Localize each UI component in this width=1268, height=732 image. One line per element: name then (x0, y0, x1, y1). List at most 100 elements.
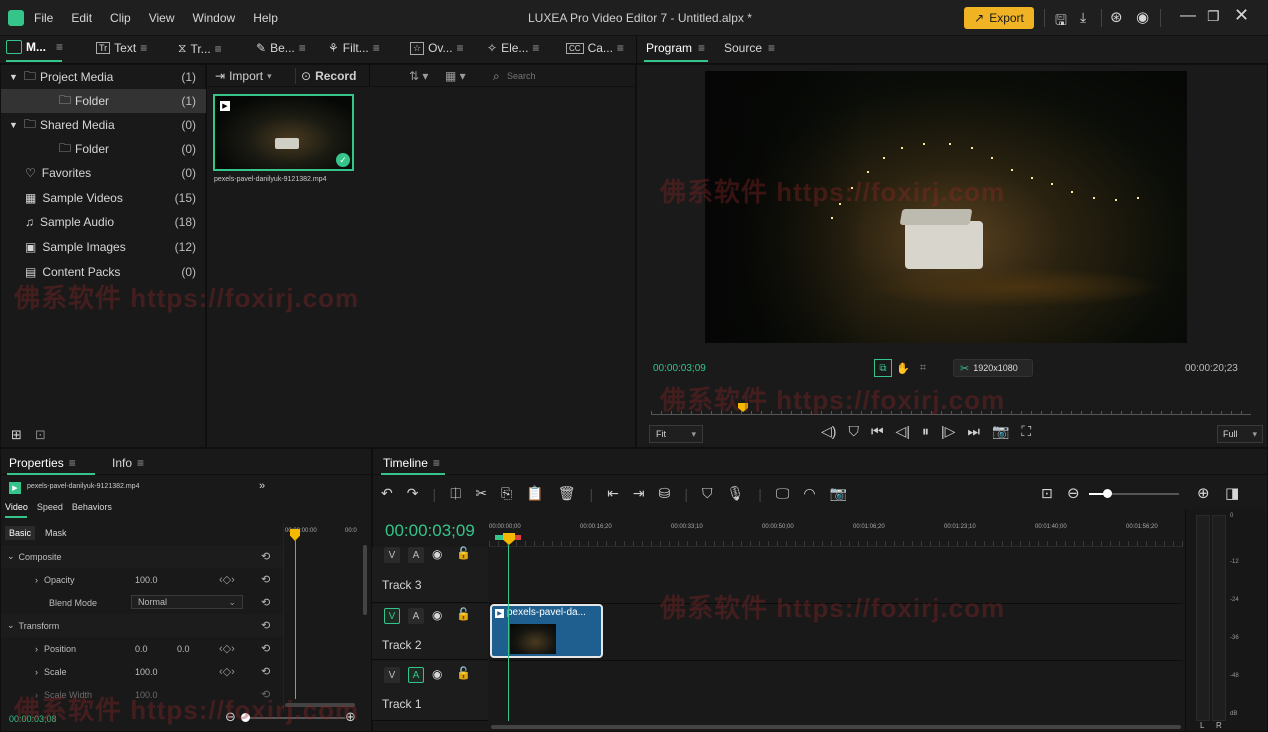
keyframe-diamond-icon[interactable]: ‹◇› (219, 665, 235, 678)
scale-width-value[interactable]: 100.0 (135, 690, 158, 700)
expand-icon[interactable]: » (259, 480, 265, 492)
export-button[interactable]: ↗ Export (964, 7, 1034, 29)
audio-toggle[interactable]: A (408, 547, 424, 563)
speed-icon[interactable]: ◠ (803, 485, 815, 502)
go-end-icon[interactable]: ⏭ (967, 423, 980, 440)
tab-source[interactable]: Source ≡ (724, 41, 775, 55)
tree-sample-videos[interactable]: ▦ Sample Videos (15) (1, 186, 206, 210)
mask-tab[interactable]: Mask (45, 528, 67, 538)
volume-icon[interactable]: ◁) (821, 423, 836, 440)
fit-timeline-icon[interactable]: ⊡ (1041, 485, 1053, 502)
eye-icon[interactable]: ◉ (432, 608, 442, 622)
redo-icon[interactable]: ↷ (407, 485, 419, 502)
timeline-zoom-in-icon[interactable]: ⊕ (1197, 484, 1210, 502)
subtab-speed[interactable]: Speed (37, 502, 63, 512)
resolution-button[interactable]: ✂ 1920x1080 (953, 359, 1033, 377)
keyframe-diamond-icon[interactable]: ‹◇› (219, 573, 235, 586)
reset-icon[interactable]: ⟲ (261, 550, 270, 563)
save-icon[interactable]: 🖫 (1055, 10, 1067, 34)
tree-content-packs[interactable]: ▤ Content Packs (0) (1, 260, 206, 284)
menu-view[interactable]: View (149, 11, 175, 25)
zoom-out-icon[interactable]: ⊖ (225, 709, 236, 725)
step-back-icon[interactable]: ◁| (896, 423, 910, 440)
reset-icon[interactable]: ⟲ (261, 619, 270, 632)
step-forward-icon[interactable]: |▷ (941, 423, 955, 440)
cut-icon[interactable]: ✂ (475, 485, 487, 502)
shield-icon[interactable]: ⛉ (848, 423, 859, 440)
media-search-input[interactable] (507, 68, 627, 84)
panel-toggle-icon[interactable]: ◨ (1225, 484, 1239, 502)
record-button[interactable]: ⊙ Record (301, 69, 356, 83)
paste-icon[interactable]: 📋 (526, 485, 543, 502)
prop-zoom-handle[interactable] (241, 713, 250, 722)
reset-icon[interactable]: ⟲ (261, 642, 270, 655)
audio-toggle[interactable]: A (408, 608, 424, 624)
menu-window[interactable]: Window (193, 11, 236, 25)
prop-vertical-scrollbar[interactable] (363, 545, 367, 615)
tab-behaviors[interactable]: ✎ Be... ≡ (256, 41, 306, 55)
download-icon[interactable]: ⤓ (1080, 9, 1086, 26)
basic-tab[interactable]: Basic (5, 526, 36, 540)
crop-icon[interactable]: ⌗ (920, 362, 926, 375)
snapshot-icon[interactable]: 📷 (830, 485, 847, 502)
prop-zoom-slider[interactable] (241, 717, 345, 719)
tab-program[interactable]: Program ≡ (646, 41, 705, 55)
composite-group[interactable]: ⌄ Composite ⟲ (1, 545, 283, 568)
menu-file[interactable]: File (34, 11, 53, 25)
subtab-video[interactable]: Video (5, 502, 28, 512)
eye-icon[interactable]: ◉ (432, 667, 442, 681)
lock-icon[interactable]: 🔓 (456, 546, 471, 560)
eye-icon[interactable]: ◉ (432, 547, 442, 561)
tree-favorites[interactable]: ♡ Favorites (0) (1, 161, 206, 185)
tab-timeline[interactable]: Timeline ≡ (383, 456, 440, 470)
reset-icon[interactable]: ⟲ (261, 665, 270, 678)
tree-project-media[interactable]: ▼ 🗀 Project Media (1) (1, 65, 206, 89)
timeline-clip[interactable]: ▶ pexels-pavel-da... (490, 604, 603, 658)
lock-icon[interactable]: 🔓 (456, 666, 471, 680)
new-bin-icon[interactable]: ⊡ (35, 427, 46, 443)
close-icon[interactable]: ✕ (1234, 5, 1249, 26)
fullscreen-icon[interactable]: ⛶ (1021, 423, 1031, 440)
hand-icon[interactable]: ✋ (896, 362, 910, 375)
audio-toggle[interactable]: A (408, 667, 424, 683)
tree-sample-images[interactable]: ▣ Sample Images (12) (1, 235, 206, 259)
camera-icon[interactable]: 📷 (992, 423, 1009, 440)
minimize-icon[interactable]: — (1180, 7, 1196, 25)
reset-icon[interactable]: ⟲ (261, 688, 270, 701)
tree-project-folder[interactable]: 🗀 Folder (1) (1, 89, 206, 113)
trim-start-icon[interactable]: ⇤ (607, 485, 619, 502)
tab-filters[interactable]: ⚘ Filt... ≡ (328, 41, 380, 55)
blend-mode-select[interactable]: Normal ⌄ (131, 595, 243, 609)
quality-select[interactable]: Full ▾ (1217, 425, 1263, 443)
add-folder-icon[interactable]: ⊞ (11, 427, 22, 443)
timeline-horizontal-scrollbar[interactable] (491, 725, 1181, 729)
split-icon[interactable]: ⎅ (450, 485, 461, 502)
tab-media[interactable]: M... ≡ (6, 40, 63, 54)
timeline-zoom-out-icon[interactable]: ⊖ (1067, 484, 1080, 502)
fit-select[interactable]: Fit ▾ (649, 425, 703, 443)
tab-elements[interactable]: ✧ Ele... ≡ (487, 41, 539, 55)
tab-properties[interactable]: Properties ≡ (9, 456, 76, 470)
audio-sync-icon[interactable]: ⛁ (659, 485, 671, 502)
video-toggle[interactable]: V (384, 608, 400, 624)
transform-group[interactable]: ⌄ Transform ⟲ (1, 614, 283, 637)
lock-icon[interactable]: 🔓 (456, 607, 471, 621)
position-x[interactable]: 0.0 (135, 644, 148, 654)
undo-icon[interactable]: ↶ (381, 485, 393, 502)
eye-settings-icon[interactable]: ◉ (1136, 8, 1149, 26)
import-button[interactable]: ⇥ Import ▾ (215, 69, 272, 83)
opacity-value[interactable]: 100.0 (135, 575, 158, 585)
maximize-icon[interactable]: ❐ (1207, 8, 1220, 25)
tab-captions[interactable]: CC Ca... ≡ (566, 41, 624, 55)
trim-end-icon[interactable]: ⇥ (633, 485, 645, 502)
video-toggle[interactable]: V (384, 547, 400, 563)
delete-icon[interactable]: 🗑 (558, 485, 576, 502)
screen-icon[interactable]: 🖵 (776, 485, 790, 502)
subtab-behaviors[interactable]: Behaviors (72, 502, 112, 512)
tab-overlays[interactable]: ☆ Ov... ≡ (410, 41, 464, 55)
pause-icon[interactable]: ⏸ (922, 423, 929, 440)
menu-help[interactable]: Help (253, 11, 278, 25)
tab-info[interactable]: Info ≡ (112, 456, 144, 470)
account-icon[interactable]: ⊛ (1110, 8, 1123, 26)
media-thumbnail[interactable]: ▶ ✓ (213, 94, 354, 171)
